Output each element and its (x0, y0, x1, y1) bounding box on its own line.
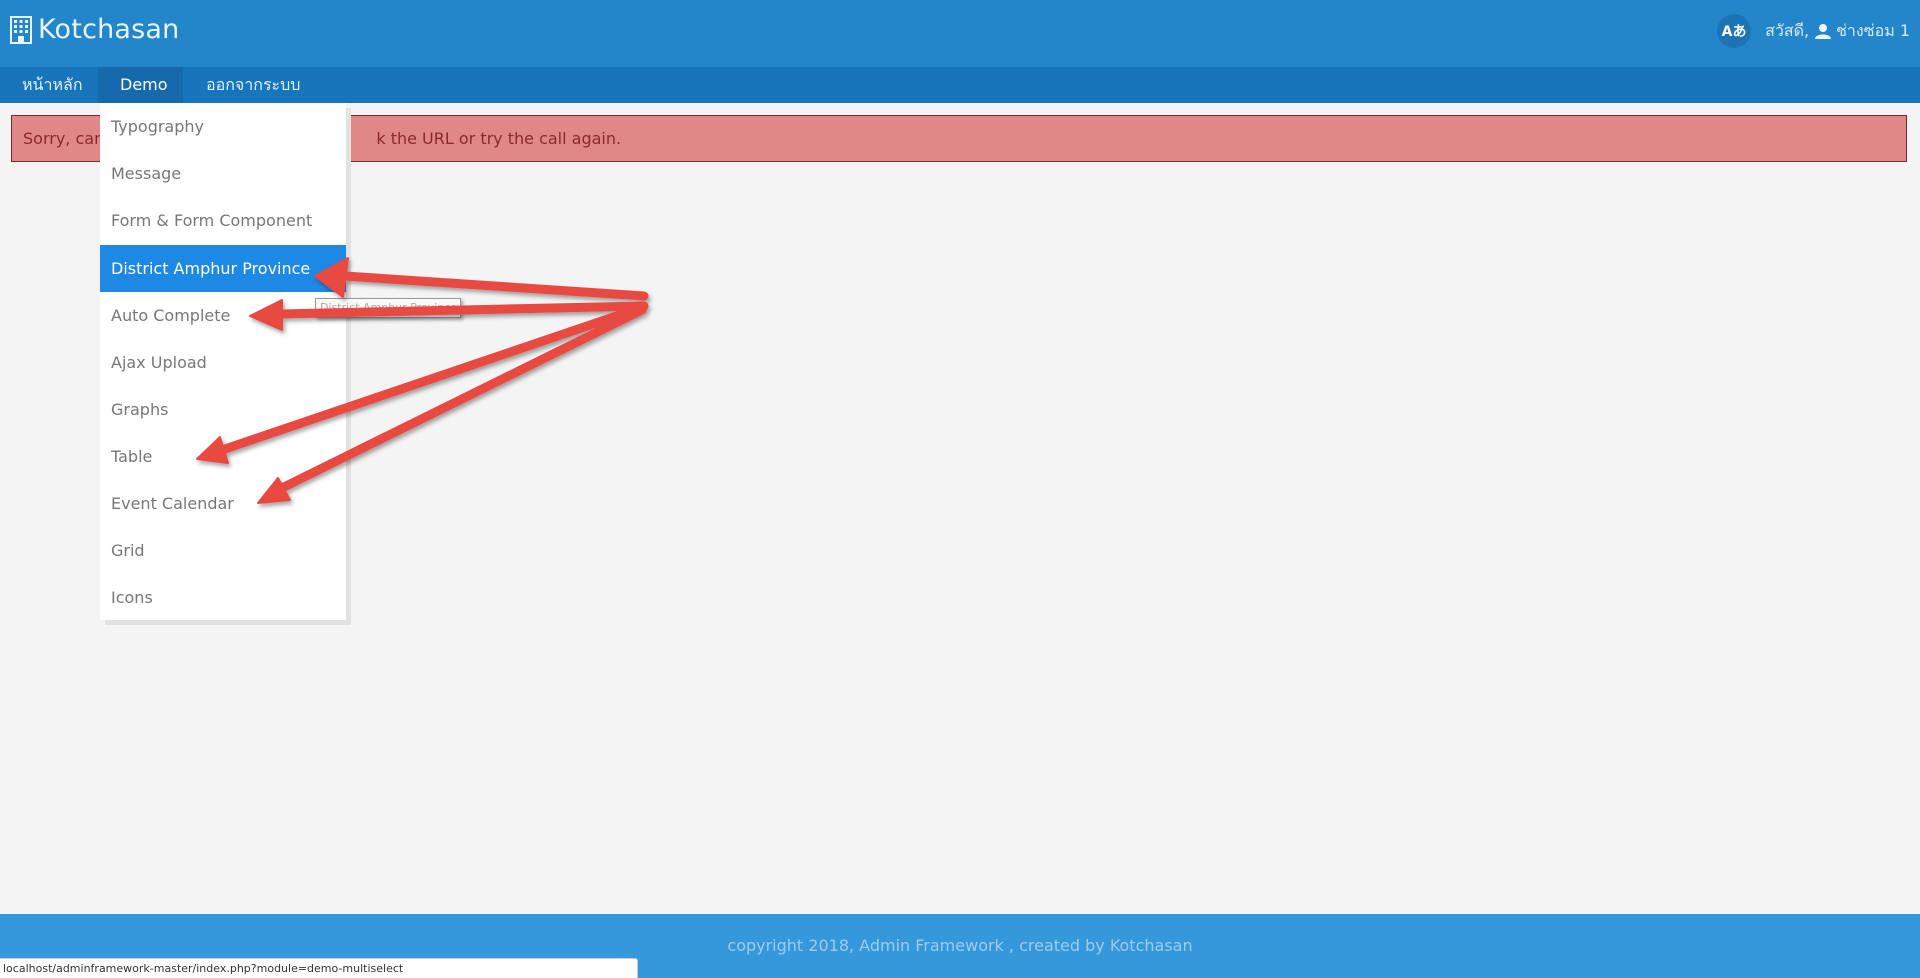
footer-copyright: copyright 2018, Admin Framework , create… (727, 936, 1193, 955)
menu-item-icons[interactable]: Icons (100, 574, 346, 621)
language-button[interactable]: Aあ (1717, 14, 1752, 48)
demo-dropdown-menu: Typography Message Form & Form Component… (100, 103, 346, 620)
menu-item-graphs[interactable]: Graphs (100, 386, 346, 433)
nav-item-demo[interactable]: Demo (98, 67, 183, 124)
nav-item-demo-label: Demo (120, 75, 168, 94)
username[interactable]: ช่างซ่อม 1 (1836, 19, 1910, 44)
greeting-text: สวัสดี, (1765, 20, 1810, 40)
app-header: Kotchasan Aあ สวัสดี, ช่างซ่อม 1 (0, 0, 1920, 67)
tooltip: District Amphur Province (315, 298, 461, 318)
menu-item-auto-complete[interactable]: Auto Complete (100, 292, 346, 339)
menu-item-table[interactable]: Table (100, 433, 346, 480)
menu-item-district-amphur-province[interactable]: District Amphur Province (100, 245, 346, 292)
brand-name: Kotchasan (38, 14, 180, 45)
menu-item-typography[interactable]: Typography (100, 103, 346, 150)
menu-item-message[interactable]: Message (100, 150, 346, 197)
menu-item-form[interactable]: Form & Form Component (100, 197, 346, 244)
menu-item-event-calendar[interactable]: Event Calendar (100, 480, 346, 527)
arrow-to-district (314, 257, 649, 301)
nav-item-home[interactable]: หน้าหลัก (0, 67, 105, 103)
user-area: Aあ สวัสดี, ช่างซ่อม 1 (1717, 14, 1910, 48)
nav-item-logout[interactable]: ออกจากระบบ (184, 67, 322, 103)
brand-logo[interactable]: Kotchasan (10, 14, 180, 45)
browser-status-bar: localhost/adminframework-master/index.ph… (0, 958, 638, 978)
alert-text-right: k the URL or try the call again. (376, 129, 622, 148)
user-icon (1815, 24, 1832, 39)
menu-item-grid[interactable]: Grid (100, 527, 346, 574)
main-nav: หน้าหลัก Demo ออกจากระบบ (0, 67, 1920, 124)
building-icon (10, 15, 32, 44)
menu-item-ajax-upload[interactable]: Ajax Upload (100, 339, 346, 386)
